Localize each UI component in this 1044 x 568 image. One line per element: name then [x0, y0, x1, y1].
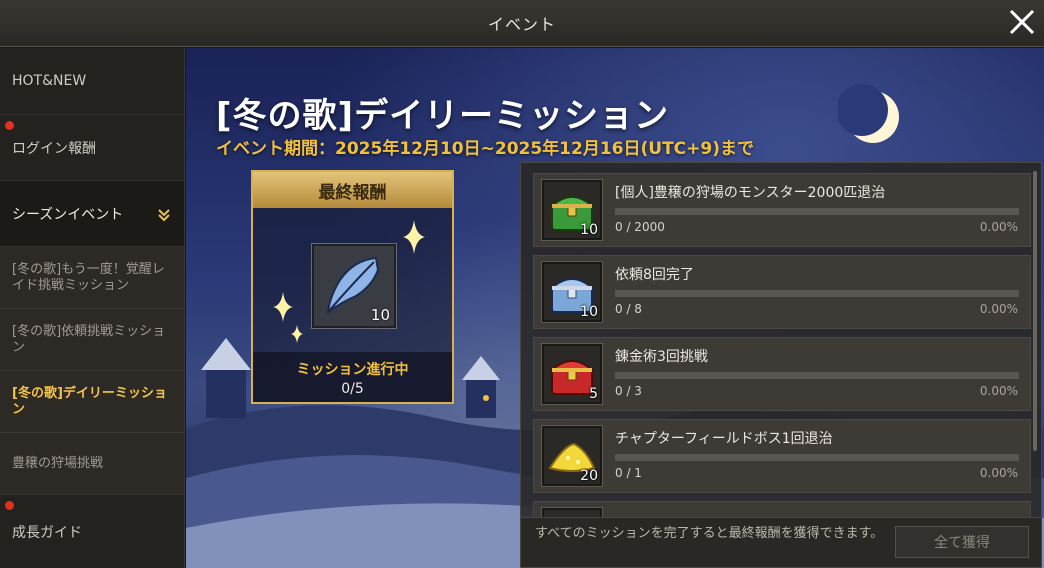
mission-progress-text: 0 / 1: [615, 466, 642, 480]
sidebar-item-login-reward[interactable]: ログイン報酬: [0, 115, 184, 181]
mission-progress-bar: [615, 372, 1019, 379]
mission-list-scrollbar[interactable]: [1033, 171, 1037, 451]
final-reward-card: 最終報酬 10 ミッション進行中 0/5: [251, 170, 454, 404]
event-period: イベント期間：2025年12月10日~2025年12月16日(UTC+9)まで: [216, 139, 754, 159]
sparkle-icon: [273, 292, 293, 322]
event-title: [冬の歌]デイリーミッション: [216, 96, 670, 136]
sidebar-item-label: シーズンイベント: [12, 206, 124, 223]
sidebar: HOT&NEW ログイン報酬 シーズンイベント [冬の歌]もう一度！覚醒レイド挑…: [0, 48, 185, 568]
mission-item: 10 依頼8回完了 0 / 8 0.00%: [533, 255, 1031, 329]
mission-item: 10 [個人]豊穣の狩場のモンスター2000匹退治 0 / 2000 0.00%: [533, 173, 1031, 247]
final-reward-status: ミッション進行中 0/5: [253, 352, 452, 402]
claim-all-button[interactable]: 全て獲得: [895, 526, 1029, 558]
notification-dot: [5, 501, 14, 510]
moon-icon: [838, 84, 899, 143]
final-reward-item[interactable]: 10: [312, 244, 396, 328]
sidebar-item-label: 成長ガイド: [12, 525, 82, 541]
sidebar-subitem-label: [冬の歌]依頼挑戦ミッション: [12, 323, 166, 355]
sidebar-item-hot-new[interactable]: HOT&NEW: [0, 48, 184, 115]
mission-progress-bar: [615, 290, 1019, 297]
close-icon: [1009, 9, 1035, 35]
season-event-sublist: [冬の歌]もう一度！覚醒レイド挑戦ミッション [冬の歌]依頼挑戦ミッション [冬…: [0, 247, 184, 495]
final-reward-count: 10: [370, 306, 390, 324]
mission-progress-bar: [615, 454, 1019, 461]
sidebar-item-growth-guide[interactable]: 成長ガイド: [0, 495, 184, 568]
sparkle-icon: [291, 324, 303, 344]
sidebar-item-label: HOT&NEW: [12, 73, 87, 89]
mission-reward-item[interactable]: [542, 508, 602, 517]
mission-name: 依頼8回完了: [615, 267, 694, 283]
sidebar-subitem-label: [冬の歌]もう一度！覚醒レイド挑戦ミッション: [12, 261, 165, 293]
mission-percent: 0.00%: [979, 302, 1018, 316]
title-bar: イベント: [0, 0, 1044, 47]
event-main-area: [冬の歌]デイリーミッション イベント期間：2025年12月10日~2025年1…: [186, 48, 1044, 568]
mission-percent: 0.00%: [979, 384, 1018, 398]
mission-percent: 0.00%: [979, 220, 1018, 234]
mission-item-partial: [533, 501, 1031, 517]
mission-item: 20 チャプターフィールドボス1回退治 0 / 1 0.00%: [533, 419, 1031, 493]
sidebar-subitem-label: [冬の歌]デイリーミッション: [12, 385, 167, 417]
mission-reward-item[interactable]: 10: [542, 262, 602, 322]
sidebar-subitem-request-mission[interactable]: [冬の歌]依頼挑戦ミッション: [0, 309, 184, 371]
mission-footer: すべてのミッションを完了すると最終報酬を獲得できます。 全て獲得: [521, 517, 1041, 567]
mission-reward-count: 10: [580, 222, 598, 238]
sidebar-subitem-label: 豊穣の狩場挑戦: [12, 455, 104, 471]
mission-progress-text: 0 / 8: [615, 302, 642, 316]
sidebar-item-season-event[interactable]: シーズンイベント: [0, 181, 184, 247]
sidebar-subitem-daily-mission[interactable]: [冬の歌]デイリーミッション: [0, 371, 184, 433]
final-reward-header: 最終報酬: [253, 172, 452, 208]
mission-panel: 10 [個人]豊穣の狩場のモンスター2000匹退治 0 / 2000 0.00%…: [520, 162, 1042, 568]
mission-name: チャプターフィールドボス1回退治: [615, 431, 833, 447]
mission-reward-count: 10: [580, 304, 598, 320]
mission-percent: 0.00%: [979, 466, 1018, 480]
mission-progress-text: 0 / 2000: [615, 220, 665, 234]
mission-reward-item[interactable]: 5: [542, 344, 602, 404]
final-reward-status-text: ミッション進行中: [296, 362, 409, 378]
mission-name: 錬金術3回挑戦: [615, 349, 708, 365]
mission-reward-item[interactable]: 20: [542, 426, 602, 486]
sidebar-item-label: ログイン報酬: [12, 140, 96, 157]
sidebar-subitem-raid-mission[interactable]: [冬の歌]もう一度！覚醒レイド挑戦ミッション: [0, 247, 184, 309]
mission-reward-item[interactable]: 10: [542, 180, 602, 240]
mission-progress-text: 0 / 3: [615, 384, 642, 398]
notification-dot: [5, 121, 14, 130]
mission-item: 5 錬金術3回挑戦 0 / 3 0.00%: [533, 337, 1031, 411]
final-reward-progress: 0/5: [341, 381, 364, 397]
chevron-down-icon: [158, 208, 170, 221]
mission-reward-count: 5: [589, 386, 598, 402]
sparkle-icon: [403, 220, 425, 254]
close-button[interactable]: [1006, 6, 1038, 38]
mission-reward-count: 20: [580, 468, 598, 484]
mission-name: [個人]豊穣の狩場のモンスター2000匹退治: [615, 185, 886, 201]
mission-progress-bar: [615, 208, 1019, 215]
final-reward-note: すべてのミッションを完了すると最終報酬を獲得できます。: [535, 526, 884, 541]
sidebar-subitem-hunting-challenge[interactable]: 豊穣の狩場挑戦: [0, 433, 184, 495]
mission-list[interactable]: 10 [個人]豊穣の狩場のモンスター2000匹退治 0 / 2000 0.00%…: [533, 173, 1031, 517]
window-title: イベント: [487, 15, 556, 34]
